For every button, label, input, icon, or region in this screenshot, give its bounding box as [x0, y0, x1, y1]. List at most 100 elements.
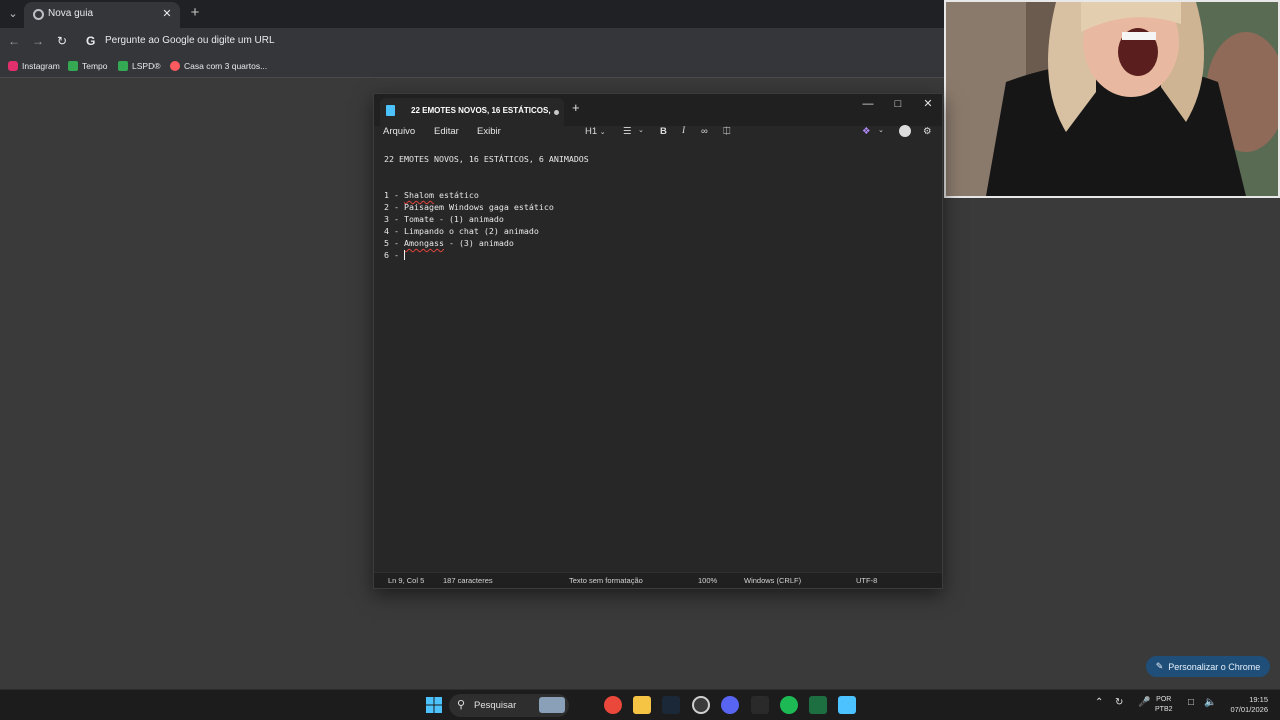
menu-exibir[interactable]: Exibir	[477, 126, 501, 137]
bookmark-label: Instagram	[22, 61, 60, 71]
clock-app-icon[interactable]	[692, 696, 710, 714]
tab-search-chevron-icon[interactable]: ⌄	[4, 5, 22, 23]
windows-taskbar: ⚲ Pesquisar ⌃ ↻ 🎤 POR PTB2 □ 🔈 19:15 07/…	[0, 689, 1280, 720]
clock-date: 07/01/2026	[1230, 705, 1268, 714]
search-highlight-icon	[539, 697, 565, 713]
webcam-image	[946, 2, 1278, 196]
minimize-icon[interactable]: —	[854, 96, 882, 112]
omnibox[interactable]: G Pergunte ao Google ou digite um URL	[80, 31, 940, 53]
link-icon[interactable]: ∞	[701, 126, 708, 137]
sheets-icon	[68, 61, 78, 71]
copilot-icon[interactable]: ❖	[862, 126, 871, 137]
line-text: - (3) animado	[443, 238, 514, 248]
bookmark-label: Tempo	[82, 61, 108, 71]
clear-formatting-icon[interactable]: ⎅	[723, 126, 731, 137]
omnibox-placeholder: Pergunte ao Google ou digite um URL	[105, 35, 275, 46]
line-text: Paisagem Windows gaga estático	[403, 202, 554, 212]
status-format[interactable]: Texto sem formatação	[569, 576, 643, 585]
line-text: Tomate - (1) animado	[403, 214, 504, 224]
reload-icon[interactable]: ↻	[54, 33, 70, 49]
list-icon[interactable]: ☰	[623, 126, 632, 137]
taskbar-search[interactable]: ⚲ Pesquisar	[449, 694, 569, 717]
chevron-down-icon: ⌄	[638, 127, 644, 134]
list-item-2: 2 - Paisagem Windows gaga estático	[384, 202, 554, 212]
account-icon[interactable]	[899, 125, 911, 137]
text-caret	[403, 250, 405, 260]
menu-editar[interactable]: Editar	[434, 126, 459, 137]
maximize-icon[interactable]: □	[884, 96, 912, 112]
discord-icon[interactable]	[721, 696, 739, 714]
new-tab-button[interactable]: +	[572, 100, 580, 115]
close-tab-icon[interactable]: ✕	[160, 7, 174, 20]
notepad-menubar: Arquivo Editar Exibir H1 ⌄ ☰ ⌄ B I ∞ ⎅ ❖…	[374, 122, 942, 142]
italic-icon[interactable]: I	[682, 126, 685, 136]
webcam-overlay	[944, 0, 1280, 198]
notepad-icon	[386, 105, 395, 116]
list-item-1: 1 - Shalom estático	[384, 190, 479, 200]
line-text: estático	[433, 190, 479, 200]
personalize-chrome-button[interactable]: ✎ Personalizar o Chrome	[1146, 656, 1270, 677]
spotify-icon[interactable]	[780, 696, 798, 714]
tray-chevron-up-icon[interactable]: ⌃	[1095, 697, 1103, 708]
personalize-label: Personalizar o Chrome	[1168, 661, 1261, 672]
bookmark-casa[interactable]: Casa com 3 quartos...	[170, 61, 267, 71]
line-prefix: 3 -	[384, 214, 404, 224]
status-zoom[interactable]: 100%	[698, 576, 717, 585]
terminal-icon[interactable]	[751, 696, 769, 714]
excel-icon[interactable]	[809, 696, 827, 714]
file-explorer-icon[interactable]	[633, 696, 651, 714]
system-clock[interactable]: 19:15 07/01/2026	[1222, 695, 1268, 715]
pencil-icon: ✎	[1155, 661, 1164, 671]
list-item-5: 5 - Amongass - (3) animado	[384, 238, 514, 248]
clock-time: 19:15	[1249, 695, 1268, 704]
chrome-favicon-icon	[33, 9, 44, 20]
notepad-taskbar-icon[interactable]	[838, 696, 856, 714]
settings-gear-icon[interactable]: ⚙	[923, 126, 932, 137]
chrome-icon[interactable]	[604, 696, 622, 714]
sheets-icon	[118, 61, 128, 71]
sync-icon[interactable]: ↻	[1115, 697, 1123, 708]
windows-start-icon[interactable]	[425, 696, 443, 714]
steam-icon[interactable]	[662, 696, 680, 714]
close-window-icon[interactable]: ✕	[914, 96, 942, 112]
misspelled-word[interactable]: Shalom	[404, 190, 434, 200]
bold-icon[interactable]: B	[660, 126, 667, 137]
notepad-tab-title: 22 EMOTES NOVOS, 16 ESTÁTICOS,	[411, 106, 551, 115]
notepad-editor[interactable]: 22 EMOTES NOVOS, 16 ESTÁTICOS, 6 ANIMADO…	[384, 152, 932, 562]
list-item-4: 4 - Limpando o chat (2) animado	[384, 226, 539, 236]
bookmark-instagram[interactable]: Instagram	[8, 61, 60, 71]
heading-dropdown[interactable]: H1 ⌄	[585, 126, 606, 137]
line-prefix: 2 -	[384, 202, 404, 212]
status-position: Ln 9, Col 5	[388, 576, 425, 585]
notepad-window: 22 EMOTES NOVOS, 16 ESTÁTICOS, + — □ ✕ A…	[373, 93, 943, 589]
chevron-down-icon: ⌄	[599, 129, 606, 136]
bookmark-label: LSPD®	[132, 61, 161, 71]
line-prefix: 4 -	[384, 226, 404, 236]
lang-bottom: PTB2	[1155, 706, 1173, 713]
unsaved-dot-icon	[554, 110, 559, 115]
tab-title: Nova guia	[48, 8, 94, 19]
forward-arrow-icon[interactable]: →	[30, 33, 46, 49]
bookmark-lspd[interactable]: LSPD®	[118, 61, 160, 71]
back-arrow-icon[interactable]: ←	[6, 33, 22, 49]
menu-arquivo[interactable]: Arquivo	[383, 126, 415, 137]
line-text: Limpando o chat (2) animado	[403, 226, 539, 236]
input-language[interactable]: POR PTB2	[1155, 695, 1173, 715]
notepad-statusbar: Ln 9, Col 5 187 caracteres Texto sem for…	[374, 572, 942, 588]
bookmark-tempo[interactable]: Tempo	[68, 61, 108, 71]
line-prefix: 1 -	[384, 190, 404, 200]
tab-new-tab[interactable]: Nova guia ✕	[24, 2, 180, 28]
search-icon: ⚲	[457, 699, 466, 711]
misspelled-word[interactable]: Amongass	[404, 238, 444, 248]
new-tab-button[interactable]: +	[188, 5, 202, 21]
network-icon[interactable]: □	[1188, 697, 1194, 708]
status-char-count: 187 caracteres	[443, 576, 493, 585]
google-icon: G	[86, 34, 96, 48]
microphone-icon[interactable]: 🎤	[1138, 697, 1150, 708]
bookmark-label: Casa com 3 quartos...	[184, 61, 268, 71]
instagram-icon	[8, 61, 18, 71]
status-line-ending: Windows (CRLF)	[744, 576, 802, 585]
lang-top: POR	[1156, 696, 1172, 703]
status-encoding: UTF-8	[856, 576, 878, 585]
volume-muted-icon[interactable]: 🔈	[1204, 697, 1216, 708]
